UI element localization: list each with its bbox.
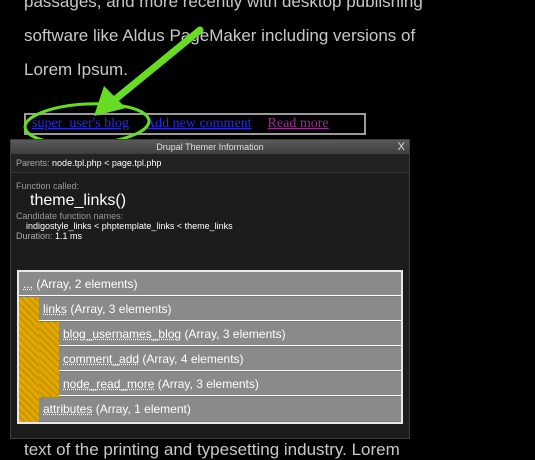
tree-desc: (Array, 3 elements)	[184, 327, 286, 341]
tree-row-root[interactable]: ... (Array, 2 elements)	[19, 272, 401, 296]
article-text-line: Lorem Ipsum.	[24, 60, 128, 79]
candidate-list: indigostyle_links < phptemplate_links < …	[26, 221, 233, 231]
tree-key: node_read_more	[63, 377, 155, 391]
candidate-functions: indigostyle_links < phptemplate_links < …	[11, 221, 409, 231]
tree-row-comment-add[interactable]: comment_add (Array, 4 elements)	[59, 347, 401, 371]
function-called-label: Function called:	[16, 181, 80, 191]
tree-key: blog_usernames_blog	[63, 327, 182, 341]
tree-key: attributes	[43, 402, 93, 416]
candidates-label: Candidate function names:	[16, 211, 124, 221]
tree-desc: (Array, 3 elements)	[70, 302, 172, 316]
tree-row-node-read-more[interactable]: node_read_more (Array, 3 elements)	[59, 372, 401, 396]
themer-title: Drupal Themer Information	[156, 142, 264, 152]
article-text-line: software like Aldus PageMaker including …	[24, 26, 416, 45]
article-text-line: passages, and more recently with desktop…	[24, 0, 423, 11]
tree-desc: (Array, 2 elements)	[36, 277, 138, 291]
read-more-link[interactable]: Read more	[268, 116, 329, 132]
parents-row: Parents: node.tpl.php < page.tpl.php	[11, 154, 409, 173]
tree-key: links	[43, 302, 68, 316]
themer-titlebar[interactable]: Drupal Themer Information X	[11, 140, 409, 154]
duration-value: 1.1 ms	[55, 231, 83, 241]
annotation-arrowhead	[94, 86, 126, 116]
article-text-line: text of the printing and typesetting ind…	[24, 440, 400, 459]
tree-key: comment_add	[63, 352, 140, 366]
array-tree: ... (Array, 2 elements) links (Array, 3 …	[17, 270, 403, 424]
tree-desc: (Array, 3 elements)	[157, 377, 259, 391]
add-comment-link[interactable]: Add new comment	[145, 116, 252, 132]
tree-row-blog-usernames[interactable]: blog_usernames_blog (Array, 3 elements)	[59, 322, 401, 346]
node-links-bar: super_user's blog Add new comment Read m…	[24, 113, 366, 135]
duration-label: Duration:	[16, 231, 53, 241]
tree-highlight-bar	[19, 297, 39, 422]
tree-key: ...	[23, 277, 34, 291]
parents-label: Parents:	[16, 158, 50, 168]
user-blog-link[interactable]: super_user's blog	[32, 116, 129, 132]
tree-desc: (Array, 4 elements)	[142, 352, 244, 366]
parents-value: node.tpl.php < page.tpl.php	[52, 158, 162, 168]
tree-row-attributes[interactable]: attributes (Array, 1 element)	[39, 397, 401, 421]
tree-row-links[interactable]: links (Array, 3 elements)	[39, 297, 401, 321]
tree-desc: (Array, 1 element)	[95, 402, 191, 416]
close-icon[interactable]: X	[398, 140, 405, 154]
function-name: theme_links()	[30, 192, 127, 209]
themer-info-panel: Drupal Themer Information X Parents: nod…	[10, 139, 410, 439]
tree-highlight-bar	[39, 322, 59, 397]
duration-row: Duration: 1.1 ms	[11, 231, 409, 241]
